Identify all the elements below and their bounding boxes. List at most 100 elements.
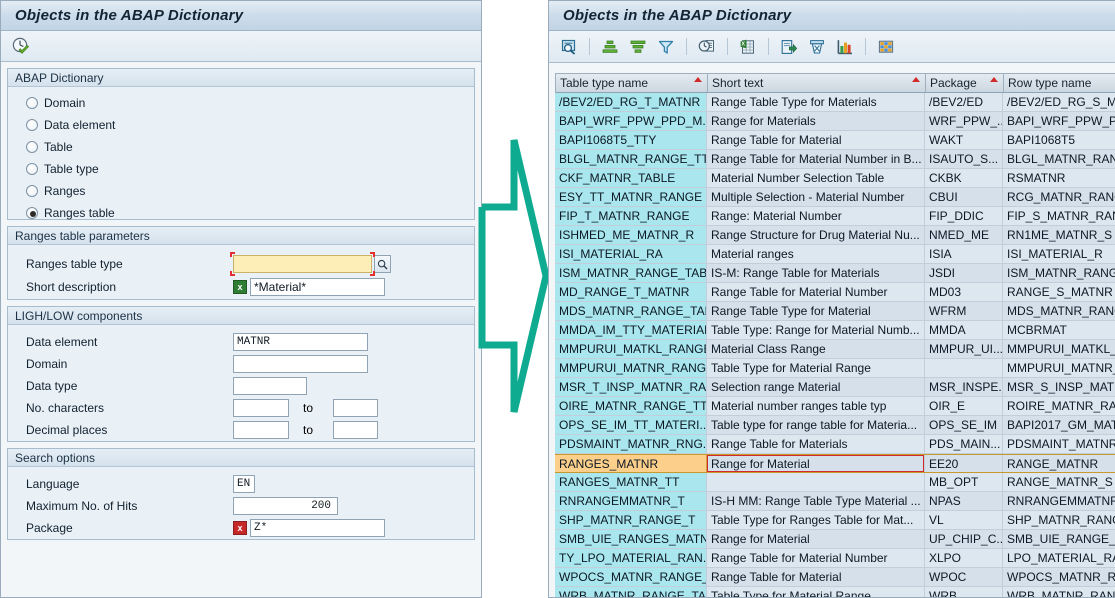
cell-table-type[interactable]: WRB_MATNR_RANGE_TA [555,587,707,597]
cell-short-text[interactable]: Selection range Material [707,378,925,396]
data-type-input[interactable] [233,377,307,395]
domain-input[interactable] [233,355,368,373]
radio-row-ranges-table[interactable]: Ranges table [8,202,474,224]
cell-row-type[interactable]: SHP_MATNR_RANGE [1003,511,1115,529]
table-row[interactable]: ESY_TT_MATNR_RANGE Multiple Selection - M… [555,188,1115,207]
cell-table-type[interactable]: MDS_MATNR_RANGE_TAB [555,302,707,320]
cell-table-type[interactable]: ISI_MATERIAL_RA [555,245,707,263]
cell-table-type[interactable]: ESY_TT_MATNR_RANGE [555,188,707,206]
cell-package[interactable]: EE20 [925,455,1003,472]
cell-table-type[interactable]: ISM_MATNR_RANGE_TAB [555,264,707,282]
cell-package[interactable]: OIR_E [925,397,1003,415]
table-row[interactable]: ISHMED_ME_MATNR_R Range Structure for Dru… [555,226,1115,245]
cell-short-text[interactable] [707,473,925,491]
cell-package[interactable]: WPOC [925,568,1003,586]
column-header-package[interactable]: Package [926,74,1004,92]
cell-short-text[interactable]: Material Number Selection Table [707,169,925,187]
mail-recipient-icon[interactable] [805,35,829,58]
local-file-export-icon[interactable] [777,35,801,58]
cell-table-type[interactable]: ISHMED_ME_MATNR_R [555,226,707,244]
cell-short-text[interactable]: Material Class Range [707,340,925,358]
table-row[interactable]: MMPURUI_MATNR_RANG... Table Type for Mate… [555,359,1115,378]
table-row[interactable]: TY_LPO_MATERIAL_RAN... Range Table for Ma… [555,549,1115,568]
cell-package[interactable]: ISIA [925,245,1003,263]
cell-short-text[interactable]: Range Table for Material [707,131,925,149]
radio-table[interactable] [26,141,38,153]
cell-table-type[interactable]: RANGES_MATNR_TT [555,473,707,491]
cell-row-type[interactable]: RANGE_MATNR_S [1003,473,1115,491]
cell-short-text[interactable]: Range Table for Material Number in B... [707,150,925,168]
decimal-places-to-input[interactable] [333,421,378,439]
table-row[interactable]: OIRE_MATNR_RANGE_TT Material number range… [555,397,1115,416]
table-row[interactable]: MSR_T_INSP_MATNR_RA... Selection range Ma… [555,378,1115,397]
cell-short-text[interactable]: Range Table Type for Material [707,302,925,320]
cell-table-type[interactable]: MSR_T_INSP_MATNR_RA... [555,378,707,396]
no-characters-from-input[interactable] [233,399,289,417]
cell-short-text[interactable]: Table type for range table for Materia..… [707,416,925,434]
cell-package[interactable]: MSR_INSPE... [925,378,1003,396]
execute-icon[interactable] [9,35,33,58]
cell-table-type[interactable]: MD_RANGE_T_MATNR [555,283,707,301]
language-input[interactable] [233,475,255,493]
table-row[interactable]: ISI_MATERIAL_RA Material ranges ISIA ISI_MA… [555,245,1115,264]
multiple-selection-icon-short-description[interactable]: x [233,280,247,294]
radio-domain[interactable] [26,97,38,109]
cell-package[interactable]: CBUI [925,188,1003,206]
table-row[interactable]: RANGES_MATNR_TT MB_OPT RANGE_MATNR_S [555,473,1115,492]
cell-package[interactable]: VL [925,511,1003,529]
table-row[interactable]: WPOCS_MATNR_RANGE_... Range Table for Mat… [555,568,1115,587]
column-header-short-text[interactable]: Short text [708,74,926,92]
cell-short-text[interactable]: Range for Material [707,455,925,472]
cell-short-text[interactable]: Range Table for Materials [707,435,925,453]
cell-table-type[interactable]: SHP_MATNR_RANGE_T [555,511,707,529]
cell-row-type[interactable]: MDS_MATNR_RANGE [1003,302,1115,320]
cell-package[interactable]: WRB [925,587,1003,597]
cell-package[interactable]: OPS_SE_IM [925,416,1003,434]
cell-row-type[interactable]: RNRANGEMMATNR [1003,492,1115,510]
cell-row-type[interactable]: RANGE_S_MATNR [1003,283,1115,301]
cell-table-type[interactable]: OIRE_MATNR_RANGE_TT [555,397,707,415]
radio-row-table-type[interactable]: Table type [8,158,474,180]
cell-row-type[interactable]: ROIRE_MATNR_RAN [1003,397,1115,415]
column-header-row-type-name[interactable]: Row type name [1004,74,1115,92]
package-input[interactable] [250,519,385,537]
table-row[interactable]: /BEV2/ED_RG_T_MATNR Range Table Type for … [555,93,1115,112]
cell-short-text[interactable]: Range Table Type for Materials [707,93,925,111]
radio-row-table[interactable]: Table [8,136,474,158]
decimal-places-from-input[interactable] [233,421,289,439]
cell-short-text[interactable]: Range Table for Material Number [707,549,925,567]
cell-row-type[interactable]: BAPI_WRF_PPW_PP [1003,112,1115,130]
cell-table-type[interactable]: SMB_UIE_RANGES_MATNR [555,530,707,548]
cell-row-type[interactable]: BAPI1068T5 [1003,131,1115,149]
table-row[interactable]: MMDA_IM_TTY_MATERIAL Table Type: Range fo… [555,321,1115,340]
cell-short-text[interactable]: Range for Materials [707,112,925,130]
table-row[interactable]: BAPI_WRF_PPW_PPD_M... Range for Materials… [555,112,1115,131]
cell-package[interactable]: CKBK [925,169,1003,187]
search-help-icon[interactable] [374,255,391,273]
cell-table-type[interactable]: BAPI_WRF_PPW_PPD_M... [555,112,707,130]
cell-row-type[interactable]: RN1ME_MATNR_S [1003,226,1115,244]
cell-package[interactable]: UP_CHIP_C... [925,530,1003,548]
cell-table-type[interactable]: MMPURUI_MATKL_RANGE... [555,340,707,358]
cell-table-type[interactable]: MMPURUI_MATNR_RANG... [555,359,707,377]
cell-short-text[interactable]: IS-M: Range Table for Materials [707,264,925,282]
cell-row-type[interactable]: MMPURUI_MATKL_R [1003,340,1115,358]
multiple-selection-icon-package[interactable]: x [233,521,247,535]
cell-row-type[interactable]: BLGL_MATNR_RANG [1003,150,1115,168]
cell-table-type[interactable]: OPS_SE_IM_TT_MATERI... [555,416,707,434]
cell-package[interactable]: WRF_PPW_... [925,112,1003,130]
cell-short-text[interactable]: Material ranges [707,245,925,263]
cell-short-text[interactable]: Range: Material Number [707,207,925,225]
cell-short-text[interactable]: Range Structure for Drug Material Nu... [707,226,925,244]
radio-row-ranges[interactable]: Ranges [8,180,474,202]
cell-row-type[interactable]: FIP_S_MATNR_RANG [1003,207,1115,225]
layout-grid-icon[interactable] [874,35,898,58]
cell-package[interactable]: XLPO [925,549,1003,567]
cell-table-type[interactable]: RANGES_MATNR [555,455,707,472]
cell-package[interactable] [925,359,1003,377]
table-row[interactable]: MD_RANGE_T_MATNR Range Table for Material… [555,283,1115,302]
export-spreadsheet-icon[interactable]: X [736,35,760,58]
cell-short-text[interactable]: Table Type for Material Range [707,359,925,377]
radio-data-element[interactable] [26,119,38,131]
cell-table-type[interactable]: RNRANGEMMATNR_T [555,492,707,510]
